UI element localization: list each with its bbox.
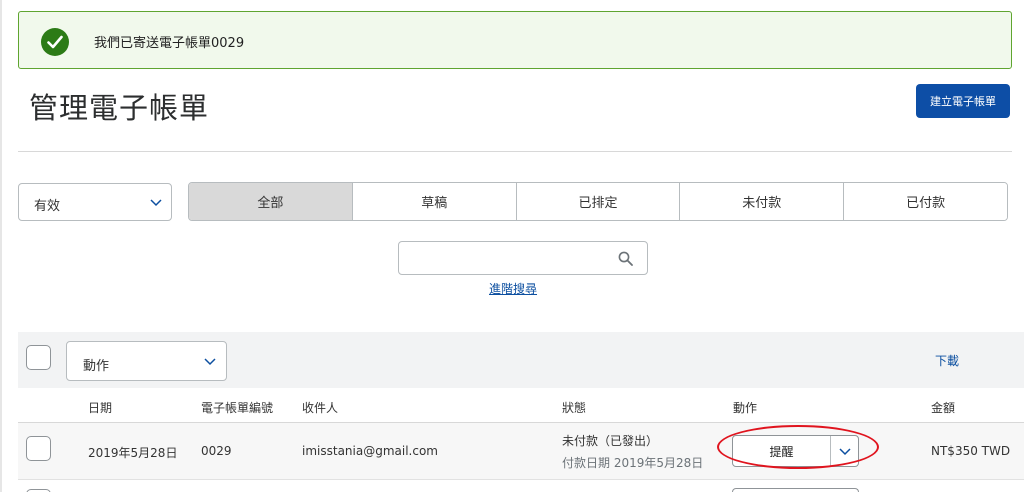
select-all-checkbox[interactable] xyxy=(26,345,51,370)
column-header-invoice-number[interactable]: 電子帳單編號 xyxy=(201,399,273,416)
status-filter-select[interactable]: 有效 xyxy=(18,183,172,221)
bulk-action-toolbar: 動作 下載 xyxy=(18,332,1024,388)
status-filter-value: 有效 xyxy=(34,199,61,214)
row-action-split-button-partial[interactable] xyxy=(732,488,859,492)
check-circle-icon xyxy=(41,28,69,56)
row-invoice-number[interactable]: 0029 xyxy=(201,444,232,458)
tab-unpaid[interactable]: 未付款 xyxy=(680,183,845,220)
row-amount: NT$350 TWD xyxy=(931,444,1011,458)
row-status-due-date: 付款日期 2019年5月28日 xyxy=(562,456,704,470)
chevron-down-icon xyxy=(204,358,216,366)
tab-paid[interactable]: 已付款 xyxy=(844,183,1007,220)
table-row-partial xyxy=(18,481,1024,492)
column-header-status[interactable]: 狀態 xyxy=(562,399,586,416)
page-title: 管理電子帳單 xyxy=(29,91,210,125)
advanced-search-link[interactable]: 進階搜尋 xyxy=(489,280,537,297)
column-header-date[interactable]: 日期 xyxy=(88,399,112,416)
tab-all[interactable]: 全部 xyxy=(189,183,353,220)
search-input[interactable] xyxy=(398,241,648,275)
row-status: 未付款（已發出） xyxy=(562,434,659,448)
success-alert: 我們已寄送電子帳單0029 xyxy=(18,11,1012,69)
create-invoice-button[interactable]: 建立電子帳單 xyxy=(916,84,1010,118)
page-left-border xyxy=(0,0,2,492)
invoice-status-tabs: 全部 草稿 已排定 未付款 已付款 xyxy=(188,182,1008,221)
search-icon[interactable] xyxy=(618,251,633,266)
row-checkbox[interactable] xyxy=(26,436,51,461)
header-divider xyxy=(18,151,1012,152)
highlight-annotation-circle xyxy=(717,425,879,469)
bulk-action-select[interactable]: 動作 xyxy=(66,341,227,381)
column-header-action: 動作 xyxy=(733,401,758,415)
chevron-down-icon xyxy=(150,199,162,207)
row-date: 2019年5月28日 xyxy=(88,446,178,460)
tab-scheduled[interactable]: 已排定 xyxy=(516,183,681,220)
download-link[interactable]: 下載 xyxy=(935,352,959,369)
column-header-recipient[interactable]: 收件人 xyxy=(302,399,338,416)
bulk-action-value: 動作 xyxy=(83,359,110,374)
tab-draft[interactable]: 草稿 xyxy=(352,183,517,220)
alert-message: 我們已寄送電子帳單0029 xyxy=(94,36,245,51)
row-recipient: imisstania@gmail.com xyxy=(302,444,438,458)
column-header-amount[interactable]: 金額 xyxy=(931,399,955,416)
